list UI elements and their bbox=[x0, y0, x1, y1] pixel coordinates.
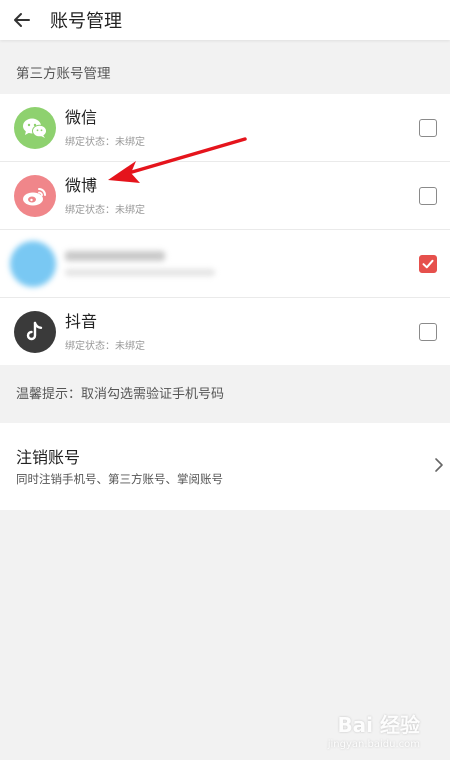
account-row-wechat[interactable]: 微信 绑定状态：未绑定 bbox=[0, 94, 450, 162]
wechat-icon bbox=[14, 106, 56, 149]
account-name: 抖音 bbox=[65, 311, 98, 331]
account-text-weibo: 微博 绑定状态：未绑定 bbox=[65, 176, 450, 216]
bind-checkbox-douyin[interactable] bbox=[419, 322, 437, 341]
hint-text: 温馨提示：取消勾选需验证手机号码 bbox=[16, 387, 225, 402]
blurred-status bbox=[65, 269, 215, 276]
blurred-account-icon bbox=[10, 240, 56, 287]
back-arrow-icon bbox=[14, 13, 30, 27]
account-name: 微信 bbox=[65, 107, 98, 127]
blurred-name bbox=[65, 251, 165, 261]
cancel-account-button[interactable]: 注销账号 同时注销手机号、第三方账号、掌阅账号 bbox=[0, 423, 450, 510]
account-row-weibo[interactable]: 微博 绑定状态：未绑定 bbox=[0, 162, 450, 230]
check-icon bbox=[422, 259, 434, 268]
section-title: 第三方账号管理 bbox=[16, 66, 111, 82]
account-text-wechat: 微信 绑定状态：未绑定 bbox=[65, 108, 450, 148]
weibo-icon bbox=[14, 174, 56, 217]
page-title: 账号管理 bbox=[50, 11, 122, 32]
account-status: 绑定状态：未绑定 bbox=[65, 204, 145, 216]
account-status: 绑定状态：未绑定 bbox=[65, 136, 145, 148]
account-text-blurred bbox=[65, 251, 450, 276]
watermark-url: jingyan.baidu.com bbox=[327, 739, 420, 750]
bind-checkbox-checked[interactable] bbox=[419, 254, 437, 273]
third-party-account-list: 微信 绑定状态：未绑定 微博 绑定状态：未绑定 抖音 绑定状态：未绑定 bbox=[0, 94, 450, 365]
bind-checkbox-wechat[interactable] bbox=[419, 118, 437, 137]
back-button[interactable] bbox=[0, 0, 44, 40]
douyin-icon bbox=[14, 310, 56, 353]
app-header: 账号管理 bbox=[0, 0, 450, 40]
account-name: 微博 bbox=[65, 175, 98, 195]
chevron-right-icon bbox=[435, 458, 443, 472]
watermark-logo: Bai 经验 bbox=[337, 713, 420, 737]
cancel-account-desc: 同时注销手机号、第三方账号、掌阅账号 bbox=[16, 472, 223, 486]
account-row-blurred[interactable] bbox=[0, 230, 450, 298]
account-row-douyin[interactable]: 抖音 绑定状态：未绑定 bbox=[0, 298, 450, 365]
account-text-douyin: 抖音 绑定状态：未绑定 bbox=[65, 312, 450, 352]
bind-checkbox-weibo[interactable] bbox=[419, 186, 437, 205]
account-status: 绑定状态：未绑定 bbox=[65, 340, 145, 352]
cancel-account-title: 注销账号 bbox=[16, 448, 81, 467]
